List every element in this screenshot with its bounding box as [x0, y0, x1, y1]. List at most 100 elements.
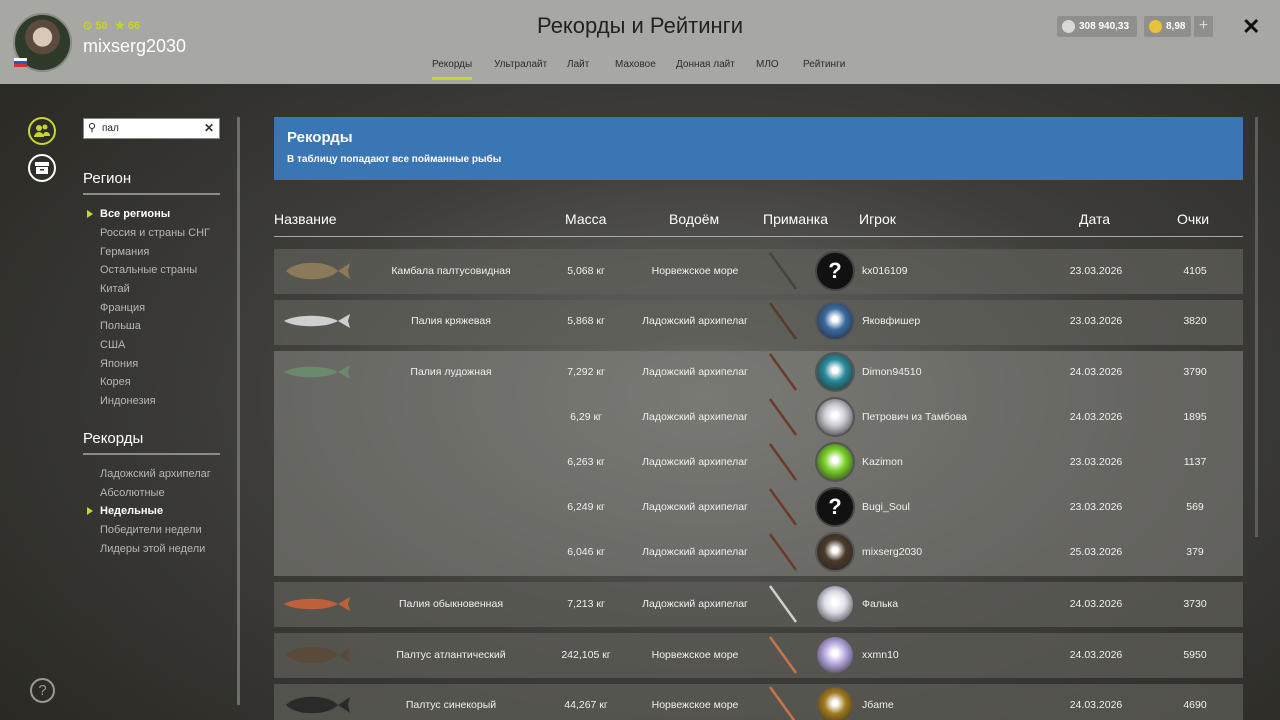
column-header-points[interactable]: Очки — [1177, 211, 1209, 227]
fish-image — [282, 360, 352, 384]
region-item[interactable]: Корея — [100, 376, 131, 388]
fish-name: Палия кряжевая — [411, 315, 491, 327]
record-date: 25.03.2026 — [1069, 546, 1123, 558]
lure-icon — [764, 635, 802, 675]
records-item[interactable]: Ладожский архипелаг — [100, 468, 211, 480]
lure-icon — [764, 532, 802, 572]
region-item[interactable]: Остальные страны — [100, 264, 197, 276]
player-avatar[interactable] — [815, 532, 855, 572]
player-name[interactable]: Kazimon — [862, 456, 903, 468]
player-name[interactable]: xxmn10 — [862, 649, 899, 661]
record-date: 24.03.2026 — [1069, 699, 1123, 711]
silver-coin-icon — [1062, 20, 1075, 33]
player-avatar[interactable] — [815, 635, 855, 675]
clear-search-icon[interactable]: ✕ — [204, 121, 214, 135]
tab-mlo[interactable]: МЛО — [756, 59, 779, 70]
add-currency-button[interactable]: + — [1194, 16, 1213, 37]
gold-balance: 8,98 — [1144, 16, 1191, 37]
record-points: 379 — [1186, 546, 1204, 558]
lure-icon — [764, 685, 802, 720]
lure-icon — [764, 301, 802, 341]
column-header-lure[interactable]: Приманка — [763, 211, 828, 227]
friends-icon[interactable] — [28, 117, 56, 145]
records-item[interactable]: Недельные — [86, 505, 163, 517]
help-icon[interactable]: ? — [30, 678, 55, 703]
lure-icon — [764, 251, 802, 291]
fish-mass: 6,249 кг — [567, 501, 605, 513]
player-name[interactable]: Bugi_Soul — [862, 501, 910, 513]
lure-icon — [764, 584, 802, 624]
record-points: 1895 — [1183, 411, 1207, 423]
player-avatar[interactable] — [815, 397, 855, 437]
water-body: Норвежское море — [651, 699, 739, 711]
player-avatar[interactable] — [815, 352, 855, 392]
records-item[interactable]: Лидеры этой недели — [100, 543, 205, 555]
tab-light[interactable]: Лайт — [567, 59, 589, 70]
player-avatar[interactable] — [815, 442, 855, 482]
column-header-name[interactable]: Название — [274, 211, 337, 227]
record-points: 1137 — [1183, 456, 1207, 468]
region-item[interactable]: Россия и страны СНГ — [100, 227, 210, 239]
record-points: 569 — [1186, 501, 1204, 513]
fish-name: Палтус атлантический — [396, 649, 506, 661]
player-avatar[interactable] — [815, 685, 855, 720]
region-section-title: Регион — [83, 170, 220, 195]
water-body: Ладожский архипелаг — [642, 456, 748, 468]
banner-title: Рекорды — [287, 129, 353, 146]
fish-name: Палия лудожная — [410, 366, 492, 378]
region-item[interactable]: Япония — [100, 358, 138, 370]
water-body: Ладожский архипелаг — [642, 546, 748, 558]
region-item[interactable]: США — [100, 339, 125, 351]
scrollbar[interactable] — [1255, 117, 1258, 537]
player-name[interactable]: mixserg2030 — [862, 546, 922, 558]
close-icon[interactable]: ✕ — [1242, 14, 1260, 40]
records-item[interactable]: Абсолютные — [100, 487, 165, 499]
tab-records[interactable]: Рекорды — [432, 59, 473, 80]
top-bar: ⊙ 50 ★ 66 mixserg2030 Рекорды и Рейтинги… — [0, 0, 1280, 84]
record-date: 24.03.2026 — [1069, 598, 1123, 610]
column-header-player[interactable]: Игрок — [859, 211, 896, 227]
player-avatar[interactable] — [815, 584, 855, 624]
player-name[interactable]: Dimon94510 — [862, 366, 922, 378]
region-item[interactable]: Китай — [100, 283, 130, 295]
archive-icon[interactable] — [28, 154, 56, 182]
column-header-date[interactable]: Дата — [1079, 211, 1110, 227]
tab-pole[interactable]: Маховое — [615, 59, 656, 70]
tab-bottom-light[interactable]: Донная лайт — [676, 59, 735, 70]
record-points: 4105 — [1183, 265, 1207, 277]
search-input[interactable]: ⚲ пал ✕ — [83, 118, 220, 139]
player-name[interactable]: Яковфишер — [862, 315, 920, 327]
player-avatar[interactable]: ? — [815, 487, 855, 527]
lure-icon — [764, 352, 802, 392]
water-body: Норвежское море — [651, 649, 739, 661]
fish-name: Камбала палтусовидная — [391, 265, 511, 277]
tab-ratings[interactable]: Рейтинги — [803, 59, 845, 70]
region-item[interactable]: Франция — [100, 302, 145, 314]
region-item[interactable]: Германия — [100, 246, 149, 258]
player-name[interactable]: Jбame — [862, 699, 894, 711]
record-points: 5950 — [1183, 649, 1207, 661]
player-avatar[interactable]: ? — [815, 251, 855, 291]
record-date: 23.03.2026 — [1069, 315, 1123, 327]
water-body: Ладожский архипелаг — [642, 366, 748, 378]
region-item[interactable]: Польша — [100, 320, 141, 332]
lure-icon — [764, 487, 802, 527]
water-body: Ладожский архипелаг — [642, 315, 748, 327]
record-date: 24.03.2026 — [1069, 366, 1123, 378]
record-points: 4690 — [1183, 699, 1207, 711]
column-header-water[interactable]: Водоём — [669, 211, 719, 227]
fish-mass: 6,29 кг — [570, 411, 602, 423]
region-item[interactable]: Все регионы — [86, 208, 170, 220]
player-name[interactable]: Петрович из Тамбова — [862, 411, 967, 423]
player-name[interactable]: Фалька — [862, 598, 898, 610]
water-body: Ладожский архипелаг — [642, 411, 748, 423]
player-name[interactable]: kx016109 — [862, 265, 908, 277]
records-item[interactable]: Победители недели — [100, 524, 202, 536]
tab-ultralight[interactable]: Ультралайт — [494, 59, 547, 70]
silver-balance: 308 940,33 — [1057, 16, 1137, 37]
player-avatar[interactable] — [815, 301, 855, 341]
fish-image — [282, 592, 352, 616]
region-item[interactable]: Индонезия — [100, 395, 156, 407]
column-header-mass[interactable]: Масса — [565, 211, 606, 227]
water-body: Ладожский архипелаг — [642, 501, 748, 513]
